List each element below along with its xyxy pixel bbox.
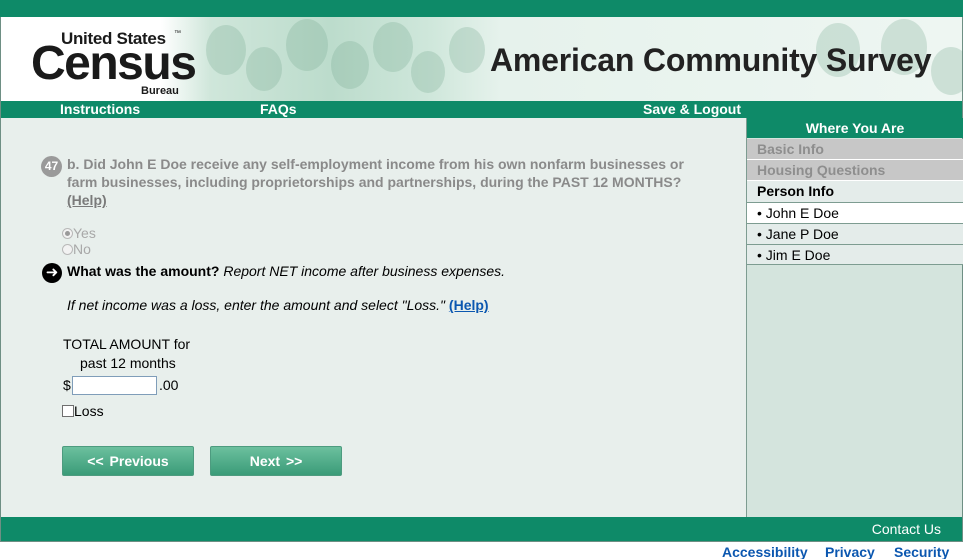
amount-question-bold: What was the amount?	[67, 263, 220, 279]
dollar-sign: $	[63, 377, 71, 393]
save-logout-link[interactable]: Save & Logout	[643, 101, 741, 118]
previous-button[interactable]: << Previous	[62, 446, 194, 476]
radio-no-label: No	[73, 241, 91, 257]
contact-us-link[interactable]: Contact Us	[872, 517, 941, 541]
cents-suffix: .00	[159, 377, 179, 393]
loss-instruction-text: If net income was a loss, enter the amou…	[67, 297, 446, 313]
instructions-link[interactable]: Instructions	[60, 101, 140, 118]
sidebar-item-housing-questions: Housing Questions	[747, 160, 963, 181]
logo-trademark: ™	[174, 30, 181, 37]
logo-census: Census	[31, 37, 197, 90]
sidebar-person-john[interactable]: • John E Doe	[747, 202, 963, 223]
loss-checkbox-label: Loss	[74, 403, 104, 419]
accessibility-link[interactable]: Accessibility	[722, 544, 808, 559]
where-you-are-sidebar: Where You Are Basic Info Housing Questio…	[746, 118, 963, 517]
sidebar-person-jim[interactable]: • Jim E Doe	[747, 244, 963, 265]
loss-instruction: If net income was a loss, enter the amou…	[67, 297, 489, 314]
faqs-link[interactable]: FAQs	[260, 101, 297, 118]
question-text: b. Did John E Doe receive any self-emplo…	[67, 155, 707, 209]
census-bureau-logo[interactable]: United States ™ Census Bureau	[31, 27, 197, 99]
top-band	[0, 0, 963, 17]
amount-help-link[interactable]: (Help)	[449, 297, 489, 313]
total-amount-input[interactable]	[72, 376, 157, 395]
sidebar-person-jane[interactable]: • Jane P Doe	[747, 223, 963, 244]
loss-option[interactable]: Loss	[62, 403, 104, 419]
question-label: b. Did John E Doe receive any self-emplo…	[67, 156, 684, 190]
amount-question: What was the amount? Report NET income a…	[67, 263, 505, 280]
next-button[interactable]: Next >>	[210, 446, 342, 476]
radio-option-no[interactable]: No	[62, 241, 91, 257]
total-amount-label-line1: TOTAL AMOUNT for	[63, 336, 191, 352]
privacy-link[interactable]: Privacy	[825, 544, 875, 559]
arrow-right-icon: ➜	[42, 263, 62, 283]
logo-bureau: Bureau	[141, 85, 179, 97]
loss-checkbox[interactable]	[62, 405, 74, 417]
sidebar-item-basic-info: Basic Info	[747, 139, 963, 160]
radio-yes-button[interactable]	[62, 228, 73, 239]
nav-bar: Instructions FAQs Save & Logout	[1, 101, 962, 118]
footer-bar: Contact Us	[1, 517, 962, 541]
total-amount-label-line2: past 12 months	[80, 355, 176, 371]
amount-question-instruction: Report NET income after business expense…	[219, 263, 506, 279]
radio-no-button[interactable]	[62, 244, 73, 255]
survey-title: American Community Survey	[490, 42, 932, 78]
sidebar-heading: Where You Are	[747, 118, 963, 138]
header-banner: United States ™ Census Bureau American C…	[1, 17, 962, 101]
sidebar-item-person-info: Person Info	[747, 181, 963, 202]
security-link[interactable]: Security	[894, 544, 949, 559]
radio-option-yes[interactable]: Yes	[62, 225, 96, 241]
question-help-link[interactable]: (Help)	[67, 192, 107, 208]
radio-yes-label: Yes	[73, 225, 96, 241]
question-number-badge: 47	[41, 156, 62, 177]
